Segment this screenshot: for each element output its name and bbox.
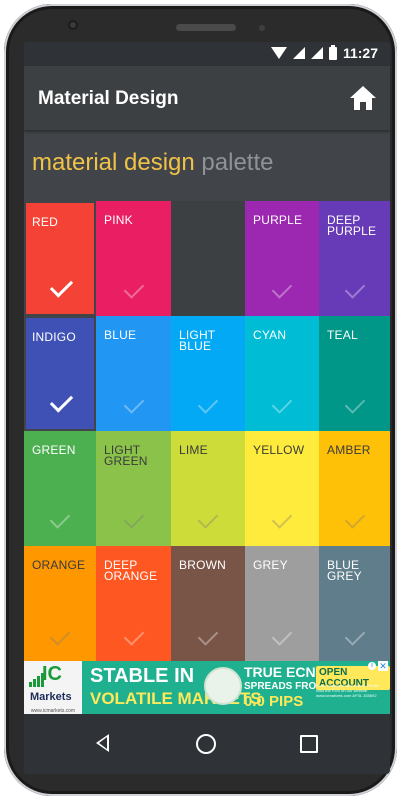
checkmark-icon <box>271 278 293 299</box>
checkmark-icon <box>49 274 74 298</box>
color-tile-label: BLUE GREY <box>327 558 362 583</box>
checkmark-icon <box>123 625 144 646</box>
palette-heading-part2: palette <box>201 149 274 176</box>
app-bar: Material Design <box>24 66 390 130</box>
color-tile[interactable]: BLUE <box>96 316 171 431</box>
ad-logo-text: Markets <box>30 691 72 703</box>
checkmark-icon <box>49 625 71 646</box>
signal-icon <box>292 47 305 59</box>
color-tile-label: ORANGE <box>32 558 86 572</box>
color-tile-label: INDIGO <box>32 330 76 344</box>
color-tile[interactable]: AMBER <box>319 431 390 546</box>
color-tile[interactable] <box>171 201 245 316</box>
ad-true-ecn: TRUE ECN <box>244 664 316 680</box>
color-tile-label: LIME <box>179 443 208 457</box>
color-tile-label: LIGHT BLUE <box>179 328 216 353</box>
color-tile[interactable]: DEEP PURPLE <box>319 201 390 316</box>
ad-fine-print: Forex trading involves risks. Please rea… <box>316 683 379 698</box>
status-bar: 11:27 <box>24 42 390 66</box>
color-tile[interactable]: PINK <box>96 201 171 316</box>
color-tile[interactable]: INDIGO <box>24 316 96 431</box>
checkmark-icon <box>344 508 365 529</box>
color-tile-label: YELLOW <box>253 443 305 457</box>
checkmark-icon <box>197 625 219 646</box>
color-tile[interactable]: CYAN <box>245 316 319 431</box>
earpiece-speaker <box>176 24 236 31</box>
front-camera <box>68 20 78 30</box>
status-icons: 11:27 <box>270 44 378 61</box>
wifi-icon <box>270 47 287 59</box>
checkmark-icon <box>344 393 365 414</box>
color-palette-grid: RED PINK PURPLE DEEP PURPLE INDIGO BLUE LIGHT … <box>24 201 390 663</box>
palette-heading: material design palette <box>32 149 273 177</box>
proximity-sensor <box>259 25 265 31</box>
phone-frame: 11:27 Material Design material design pa… <box>4 4 397 796</box>
home-icon <box>350 86 376 110</box>
color-tile[interactable]: RED <box>24 201 96 316</box>
ad-logo-ic: IC <box>42 663 62 685</box>
home-circle-icon[interactable] <box>196 734 216 754</box>
checkmark-icon <box>49 508 71 529</box>
color-tile-label: AMBER <box>327 443 371 457</box>
color-tile-label: RED <box>32 215 58 229</box>
checkmark-icon <box>123 393 144 414</box>
app-title: Material Design <box>38 88 179 109</box>
color-tile[interactable]: YELLOW <box>245 431 319 546</box>
home-button[interactable] <box>348 84 378 112</box>
color-tile-label: DEEP PURPLE <box>327 213 377 238</box>
color-tile-label: PURPLE <box>253 213 303 227</box>
color-tile[interactable]: ORANGE <box>24 546 96 663</box>
checkmark-icon <box>197 508 219 529</box>
ad-close-icon[interactable]: ✕ <box>378 661 388 671</box>
color-tile[interactable]: BLUE GREY <box>319 546 390 663</box>
checkmark-icon <box>344 625 365 646</box>
color-tile[interactable]: LIME <box>171 431 245 546</box>
color-tile[interactable]: DEEP ORANGE <box>96 546 171 663</box>
color-tile-label: BROWN <box>179 558 226 572</box>
ad-headline: STABLE IN <box>90 665 195 687</box>
ad-chart-icon <box>204 667 242 705</box>
color-tile[interactable]: PURPLE <box>245 201 319 316</box>
back-icon[interactable] <box>96 734 109 752</box>
color-tile-label: GREEN <box>32 443 76 457</box>
checkmark-icon <box>271 393 293 414</box>
ad-info-icon[interactable]: i <box>368 662 376 670</box>
ad-spreads: SPREADS FROM <box>244 681 325 692</box>
color-tile-label: LIGHT GREEN <box>104 443 148 468</box>
palette-heading-part1: material design <box>32 149 195 176</box>
color-tile[interactable]: LIGHT GREEN <box>96 431 171 546</box>
status-time: 11:27 <box>342 45 378 61</box>
checkmark-icon <box>271 508 293 529</box>
color-tile-label: TEAL <box>327 328 358 342</box>
color-tile[interactable]: GREEN <box>24 431 96 546</box>
ad-logo: IC Markets www.icmarkets.com <box>24 661 82 714</box>
color-tile[interactable]: LIGHT BLUE <box>171 316 245 431</box>
color-tile[interactable]: GREY <box>245 546 319 663</box>
ad-banner[interactable]: IC Markets www.icmarkets.com STABLE IN V… <box>24 661 390 714</box>
checkmark-icon <box>271 625 293 646</box>
color-tile-label: CYAN <box>253 328 287 342</box>
color-tile-label: DEEP ORANGE <box>104 558 158 583</box>
color-tile-label: GREY <box>253 558 288 572</box>
system-nav-bar <box>24 714 390 774</box>
recent-apps-icon[interactable] <box>300 735 318 753</box>
ad-pips: 0.0 PIPS <box>244 693 304 710</box>
screen: 11:27 Material Design material design pa… <box>24 42 390 774</box>
signal-icon-2 <box>310 47 323 59</box>
color-tile[interactable]: BROWN <box>171 546 245 663</box>
checkmark-icon <box>123 278 144 299</box>
color-tile[interactable]: TEAL <box>319 316 390 431</box>
color-tile-label: BLUE <box>104 328 137 342</box>
checkmark-icon <box>123 508 144 529</box>
checkmark-icon <box>49 389 74 413</box>
color-tile-label: PINK <box>104 213 133 227</box>
checkmark-icon <box>197 393 219 414</box>
battery-icon <box>328 44 337 60</box>
checkmark-icon <box>344 278 365 299</box>
